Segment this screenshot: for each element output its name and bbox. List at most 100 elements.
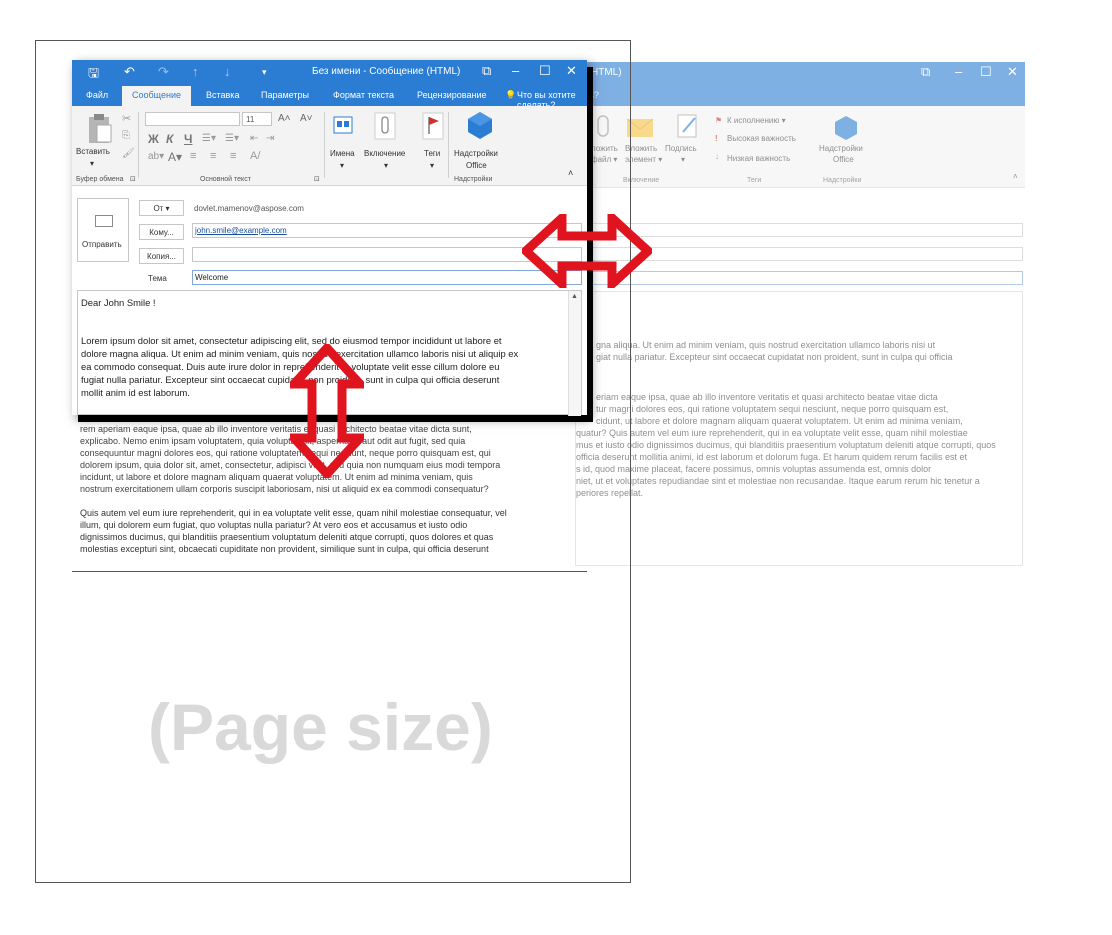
bg-tag-1: К исполнению ▾ xyxy=(727,116,786,125)
align-center-icon[interactable]: ≡ xyxy=(210,150,216,162)
paste-dropdown-icon[interactable]: ▾ xyxy=(90,159,94,168)
paste-label[interactable]: Вставить xyxy=(76,147,110,156)
clipboard-group-label: Буфер обмена xyxy=(76,176,124,183)
overflow-line: rem aperiam eaque ipsa, quae ab illo inv… xyxy=(80,424,472,434)
customize-toolbar-icon[interactable]: ▾ xyxy=(262,67,267,78)
overflow-line: dignissimos ducimus, qui blanditiis prae… xyxy=(80,532,494,542)
bg-menubar: лать? xyxy=(575,86,1025,106)
undo-icon[interactable]: ↶ xyxy=(124,64,135,80)
bg-line: mus et iusto odio dignissimos ducimus, q… xyxy=(576,440,996,450)
minimize-button[interactable]: – xyxy=(512,63,519,78)
font-size-box[interactable]: 11 xyxy=(242,112,272,126)
cut-icon[interactable]: ✂ xyxy=(122,112,131,125)
underline-icon[interactable]: Ч xyxy=(184,132,192,146)
window-title: Без имени - Сообщение (HTML) xyxy=(312,66,461,77)
include-dropdown-icon[interactable]: ▾ xyxy=(384,161,388,170)
basic-text-group-label: Основной текст xyxy=(200,176,251,183)
names-button[interactable]: Имена xyxy=(330,149,355,158)
bg-titlebar: HTML) ⧉ – ☐ ✕ xyxy=(575,62,1025,86)
redo-icon[interactable]: ↷ xyxy=(158,64,169,80)
tags-dropdown-icon[interactable]: ▾ xyxy=(430,161,434,170)
numbering-icon[interactable]: ☰▾ xyxy=(225,133,239,144)
overflow-line: illum, qui dolorem eum fugiat, quo volup… xyxy=(80,520,468,530)
grow-font-icon[interactable]: A˄ xyxy=(278,113,291,124)
body-greeting: Dear John Smile ! xyxy=(81,297,156,308)
collapse-ribbon-icon: ˄ xyxy=(1013,172,1018,181)
font-dialog-launcher-icon[interactable]: ⊡ xyxy=(314,175,320,183)
tab-insert[interactable]: Вставка xyxy=(206,90,239,100)
office-addins-icon xyxy=(835,116,857,140)
addins-button[interactable]: Надстройки xyxy=(454,149,498,158)
signature-icon xyxy=(677,114,697,138)
font-size-value: 11 xyxy=(246,115,255,124)
send-button[interactable]: Отправить xyxy=(77,198,129,262)
close-icon: ✕ xyxy=(1007,64,1018,79)
maximize-icon: ☐ xyxy=(980,64,992,79)
lightbulb-icon: 💡 xyxy=(505,90,517,100)
overflow-line: consequuntur magni dolores eos, qui rati… xyxy=(80,448,491,458)
high-importance-icon: ! xyxy=(715,134,718,143)
tab-review[interactable]: Рецензирование xyxy=(417,90,487,100)
overflow-line: explicabo. Nemo enim ipsam voluptatem, q… xyxy=(80,436,466,446)
send-icon xyxy=(95,215,113,227)
to-button[interactable]: Кому... xyxy=(139,224,184,240)
tab-format-text[interactable]: Формат текста xyxy=(333,90,394,100)
decrease-indent-icon[interactable]: ⇤ xyxy=(250,133,258,144)
bg-btn-3b: ▾ xyxy=(681,155,686,164)
message-header: Отправить От ▾ dovlet.mamenov@aspose.com… xyxy=(72,186,587,290)
format-painter-icon[interactable]: 🖌 xyxy=(122,148,135,159)
background-window-preview: HTML) ⧉ – ☐ ✕ лать? ложить Вложить Подпи… xyxy=(575,62,1025,566)
include-button[interactable]: Включение xyxy=(364,149,405,158)
font-name-box[interactable] xyxy=(145,112,240,126)
align-right-icon[interactable]: ≡ xyxy=(230,150,236,162)
copy-icon[interactable]: ⎘ xyxy=(122,130,130,141)
address-book-icon[interactable] xyxy=(332,114,354,136)
italic-icon[interactable]: К xyxy=(166,132,173,146)
title-bar: 🖫 ↶ ↷ ↑ ↓ ▾ Без имени - Сообщение (HTML)… xyxy=(72,60,587,84)
collapse-ribbon-icon[interactable]: ˄ xyxy=(568,168,573,178)
ribbon-separator xyxy=(448,112,449,178)
ribbon-display-options-icon[interactable]: ⧉ xyxy=(482,63,491,79)
clear-format-icon[interactable]: A/ xyxy=(250,150,260,162)
scroll-up-icon[interactable]: ▲ xyxy=(571,293,578,300)
bg-line: gna aliqua. Ut enim ad minim veniam, qui… xyxy=(596,340,936,350)
bold-icon[interactable]: Ж xyxy=(148,132,159,146)
tags-flag-icon[interactable] xyxy=(422,112,444,140)
bg-tag-2: Высокая важность xyxy=(727,134,796,143)
ribbon-display-icon: ⧉ xyxy=(921,64,931,79)
bullets-icon[interactable]: ☰▾ xyxy=(202,133,216,144)
from-button[interactable]: От ▾ xyxy=(139,200,184,216)
tab-file[interactable]: Файл xyxy=(86,90,108,100)
send-label: Отправить xyxy=(82,240,122,249)
bg-addins-sub: Office xyxy=(833,155,854,164)
bg-line: eriam eaque ipsa, quae ab illo inventore… xyxy=(596,392,938,402)
align-left-icon[interactable]: ≡ xyxy=(190,150,196,162)
down-icon[interactable]: ↓ xyxy=(224,64,231,79)
office-addins-icon[interactable] xyxy=(466,110,494,140)
tags-button[interactable]: Теги xyxy=(424,149,440,158)
increase-indent-icon[interactable]: ⇥ xyxy=(266,133,274,144)
bg-line: niet, ut et voluptates repudiandae sint … xyxy=(576,476,980,486)
vertical-resize-arrow-icon xyxy=(290,344,364,478)
ribbon-tabs: Файл Сообщение Вставка Параметры Формат … xyxy=(72,84,587,110)
names-dropdown-icon[interactable]: ▾ xyxy=(340,161,344,170)
attach-icon[interactable] xyxy=(374,112,396,140)
close-button[interactable]: ✕ xyxy=(566,63,577,79)
tab-message[interactable]: Сообщение xyxy=(122,86,191,106)
cc-button[interactable]: Копия... xyxy=(139,248,184,264)
paste-icon[interactable] xyxy=(86,112,112,144)
bg-tag-3: Низкая важность xyxy=(727,154,791,163)
up-icon[interactable]: ↑ xyxy=(192,64,199,79)
body-scrollbar[interactable]: ▲ xyxy=(568,291,581,416)
maximize-button[interactable]: ☐ xyxy=(539,63,551,79)
font-color-icon[interactable]: A▾ xyxy=(168,150,182,164)
bg-addins-group: Надстройки xyxy=(823,177,862,184)
save-icon[interactable]: 🖫 xyxy=(88,64,99,86)
minimize-icon: – xyxy=(955,64,963,79)
highlight-icon[interactable]: ab▾ xyxy=(148,151,164,162)
ribbon-separator xyxy=(324,112,325,178)
dialog-launcher-icon[interactable]: ⊡ xyxy=(130,175,136,183)
overflow-line: molestias excepturi sint, obcaecati cupi… xyxy=(80,544,489,554)
shrink-font-icon[interactable]: A˅ xyxy=(300,113,313,124)
tab-options[interactable]: Параметры xyxy=(261,90,309,100)
